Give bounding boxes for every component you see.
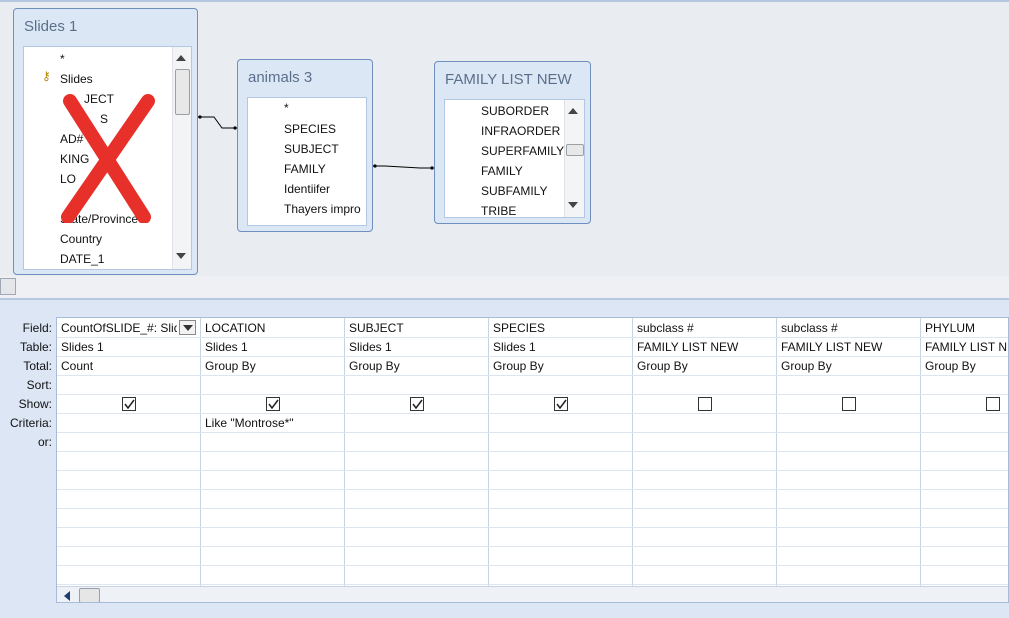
field-list: * ⚷ Slides JECT S AD# KING LO State/Prov… bbox=[23, 46, 192, 270]
field-item[interactable]: SPECIES bbox=[284, 122, 336, 136]
field-item[interactable]: Identiifer bbox=[284, 182, 330, 196]
table-title[interactable]: FAMILY LIST NEW bbox=[445, 62, 572, 98]
table-cell[interactable]: FAMILY LIST NEW bbox=[637, 340, 773, 354]
table-animals-3[interactable]: animals 3 * SPECIES SUBJECT FAMILY Ident… bbox=[237, 59, 373, 232]
scroll-thumb[interactable] bbox=[79, 588, 100, 602]
horizontal-scrollbar[interactable] bbox=[57, 586, 1008, 602]
field-item[interactable]: Country bbox=[60, 232, 102, 246]
table-title[interactable]: animals 3 bbox=[248, 60, 312, 96]
grid-row-line bbox=[57, 508, 1008, 509]
total-cell[interactable]: Count bbox=[61, 359, 197, 373]
red-x-icon bbox=[61, 94, 155, 223]
splitter-grip-icon[interactable] bbox=[0, 278, 16, 295]
grid-row-line bbox=[57, 470, 1008, 471]
table-pane: Slides 1 * ⚷ Slides JECT S AD# KING LO S… bbox=[0, 0, 1009, 276]
total-cell[interactable]: Group By bbox=[781, 359, 917, 373]
field-item[interactable]: FAMILY bbox=[481, 164, 523, 178]
table-cell[interactable]: FAMILY LIST NEW bbox=[781, 340, 917, 354]
grid-row-line bbox=[57, 413, 1008, 414]
join-line-animals-family bbox=[373, 165, 434, 169]
table-slides-1[interactable]: Slides 1 * ⚷ Slides JECT S AD# KING LO S… bbox=[13, 8, 198, 275]
field-item[interactable]: * bbox=[60, 52, 65, 66]
row-label-sort: Sort: bbox=[26, 378, 52, 392]
total-cell[interactable]: Group By bbox=[493, 359, 629, 373]
scroll-up-icon[interactable] bbox=[568, 108, 578, 114]
field-item[interactable]: DATE_1 bbox=[60, 252, 104, 266]
field-cell[interactable]: CountOfSLIDE_#: Slid bbox=[61, 321, 177, 335]
field-item[interactable]: SUBJECT bbox=[284, 142, 339, 156]
scroll-up-icon[interactable] bbox=[176, 55, 186, 61]
field-list: SUBORDER INFRAORDER SUPERFAMILY FAMILY S… bbox=[444, 99, 585, 218]
show-checkbox[interactable] bbox=[842, 397, 856, 411]
grid-row-line bbox=[57, 432, 1008, 433]
total-cell[interactable]: Group By bbox=[925, 359, 1008, 373]
grid-row-line bbox=[57, 546, 1008, 547]
table-title[interactable]: Slides 1 bbox=[24, 9, 77, 45]
row-label-total: Total: bbox=[23, 359, 52, 373]
grid-row-line bbox=[57, 394, 1008, 395]
grid-row-line bbox=[57, 451, 1008, 452]
scroll-down-icon[interactable] bbox=[176, 253, 186, 259]
scroll-thumb[interactable] bbox=[175, 69, 190, 115]
key-icon: ⚷ bbox=[42, 69, 51, 83]
row-label-table: Table: bbox=[19, 340, 52, 354]
row-label-or: or: bbox=[37, 435, 52, 449]
query-design-grid: CountOfSLIDE_#: Slid Slides 1 Count LOCATIO… bbox=[56, 317, 1009, 603]
total-cell[interactable]: Group By bbox=[205, 359, 341, 373]
field-item[interactable]: FAMILY bbox=[284, 162, 326, 176]
grid-row-line bbox=[57, 356, 1008, 357]
field-item[interactable]: SUPERFAMILY bbox=[481, 144, 564, 158]
vertical-scrollbar[interactable] bbox=[172, 47, 191, 269]
row-label-criteria: Criteria: bbox=[9, 416, 52, 430]
grid-row-line bbox=[57, 565, 1008, 566]
show-checkbox[interactable] bbox=[698, 397, 712, 411]
grid-row-line bbox=[57, 527, 1008, 528]
join-line-slides-animals bbox=[198, 116, 237, 129]
table-cell[interactable]: Slides 1 bbox=[61, 340, 197, 354]
grid-row-line bbox=[57, 375, 1008, 376]
field-cell[interactable]: subclass # bbox=[781, 321, 917, 335]
row-label-show: Show: bbox=[18, 397, 52, 411]
row-label-field: Field: bbox=[22, 321, 52, 335]
field-item[interactable]: Slides bbox=[60, 72, 93, 86]
scroll-left-icon[interactable] bbox=[64, 591, 70, 601]
show-checkbox[interactable] bbox=[986, 397, 1000, 411]
show-checkbox[interactable] bbox=[554, 397, 568, 411]
field-cell[interactable]: PHYLUM bbox=[925, 321, 1008, 335]
criteria-cell[interactable]: Like "Montrose*" bbox=[205, 416, 294, 430]
field-item[interactable]: SUBFAMILY bbox=[481, 184, 547, 198]
field-cell[interactable]: SPECIES bbox=[493, 321, 629, 335]
scroll-thumb[interactable] bbox=[566, 144, 584, 156]
table-cell[interactable]: Slides 1 bbox=[205, 340, 341, 354]
total-cell[interactable]: Group By bbox=[637, 359, 773, 373]
field-item[interactable]: * bbox=[284, 101, 289, 115]
field-cell[interactable]: subclass # bbox=[637, 321, 773, 335]
field-item[interactable]: Thayers impro bbox=[284, 202, 361, 216]
table-cell[interactable]: Slides 1 bbox=[493, 340, 629, 354]
field-item[interactable]: SUBORDER bbox=[481, 104, 549, 118]
field-cell[interactable]: LOCATION bbox=[205, 321, 341, 335]
show-checkbox[interactable] bbox=[410, 397, 424, 411]
design-grid-pane: Field: Table: Total: Sort: Show: Criteri… bbox=[0, 298, 1009, 618]
vertical-scrollbar[interactable] bbox=[564, 100, 584, 217]
field-dropdown-button[interactable] bbox=[179, 320, 196, 335]
grid-row-line bbox=[57, 489, 1008, 490]
total-cell[interactable]: Group By bbox=[349, 359, 485, 373]
grid-row-line bbox=[57, 337, 1008, 338]
field-item[interactable]: INFRAORDER bbox=[481, 124, 560, 138]
field-item[interactable]: TRIBE bbox=[481, 204, 516, 217]
scroll-down-icon[interactable] bbox=[568, 202, 578, 208]
show-checkbox[interactable] bbox=[122, 397, 136, 411]
field-list: * SPECIES SUBJECT FAMILY Identiifer Thay… bbox=[247, 97, 367, 226]
pane-splitter[interactable] bbox=[0, 276, 1009, 299]
field-cell[interactable]: SUBJECT bbox=[349, 321, 485, 335]
table-cell[interactable]: Slides 1 bbox=[349, 340, 485, 354]
table-cell[interactable]: FAMILY LIST NE bbox=[925, 340, 1008, 354]
grid-row-line bbox=[57, 584, 1008, 585]
table-family-list-new[interactable]: FAMILY LIST NEW SUBORDER INFRAORDER SUPE… bbox=[434, 61, 591, 224]
show-checkbox[interactable] bbox=[266, 397, 280, 411]
